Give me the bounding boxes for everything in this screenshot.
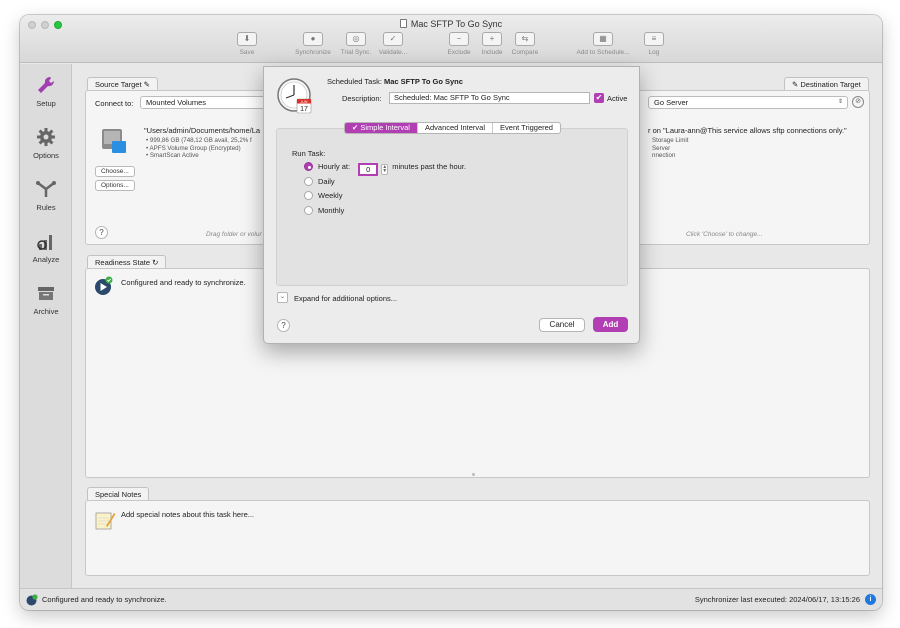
calendar-day: 17 (300, 106, 308, 113)
pencil-icon[interactable]: ✎ (144, 80, 150, 89)
readiness-message: Configured and ready to synchronize. (121, 278, 246, 287)
monthly-option[interactable]: Monthly (304, 206, 344, 215)
compare-button[interactable]: ⇆ Compare (508, 32, 542, 56)
cancel-button[interactable]: Cancel (539, 318, 585, 332)
add-to-schedule-button[interactable]: ▦ Add to Schedule... (570, 32, 636, 56)
run-task-panel: Run Task: Hourly at: 0 ▲ ▼ minutes past the… (276, 128, 628, 286)
expand-options-label[interactable]: Expand for additional options... (294, 294, 397, 303)
status-bar: Configured and ready to synchronize. Syn… (20, 588, 882, 610)
active-checkbox[interactable]: ✔ (594, 93, 604, 103)
readiness-state-tab: Readiness State ↻ (87, 255, 167, 268)
validate-button[interactable]: ✓ Validate... (375, 32, 411, 56)
special-notes-placeholder: Add special notes about this task here..… (121, 510, 254, 519)
source-connect-dropdown[interactable]: Mounted Volumes (140, 96, 270, 109)
status-ok-icon (26, 594, 38, 606)
tab-event-triggered[interactable]: Event Triggered (492, 123, 560, 133)
minutes-stepper[interactable]: ▲ ▼ (381, 164, 389, 175)
synchronize-icon: ● (303, 32, 323, 46)
add-button[interactable]: Add (593, 317, 628, 332)
minutes-field[interactable]: 0 (358, 163, 379, 176)
special-notes-panel[interactable]: Add special notes about this task here..… (85, 500, 870, 576)
compare-icon: ⇆ (515, 32, 535, 46)
rules-icon (36, 181, 56, 197)
exclude-icon: − (449, 32, 469, 46)
trial-sync-button[interactable]: ◎ Trial Sync. (338, 32, 374, 56)
log-icon: ≡ (644, 32, 664, 46)
source-path: "Users/admin/Documents/home/La (144, 126, 261, 135)
save-button[interactable]: ⬇ Save (232, 32, 262, 56)
include-button[interactable]: + Include (476, 32, 508, 56)
exclude-button[interactable]: − Exclude (443, 32, 475, 56)
destination-target-tab: ✎ Destination Target (784, 77, 869, 90)
hourly-radio[interactable] (304, 162, 313, 171)
choose-button[interactable]: Choose... (95, 166, 135, 177)
task-name: Mac SFTP To Go Sync (384, 77, 463, 86)
include-icon: + (482, 32, 502, 46)
connect-label: Connect to: (95, 99, 134, 108)
dropdown-arrows-icon: ⇕ (837, 99, 843, 105)
add-to-schedule-icon: ▦ (593, 32, 613, 46)
active-label: Active (607, 94, 628, 103)
tab-advanced-interval[interactable]: Advanced Interval (416, 123, 492, 133)
notepad-icon (95, 512, 116, 530)
validate-icon: ✓ (383, 32, 403, 46)
sidebar-item-analyze[interactable]: Analyze (20, 230, 72, 264)
source-target-tab: Source Target ✎ (87, 77, 158, 90)
play-status-icon (95, 276, 113, 295)
trial-sync-icon: ◎ (346, 32, 366, 46)
status-message: Configured and ready to synchronize. (42, 595, 167, 604)
volume-icon (102, 129, 126, 153)
daily-radio[interactable] (304, 177, 313, 186)
info-icon[interactable]: i (865, 594, 876, 605)
wrench-icon (38, 76, 55, 93)
monthly-radio[interactable] (304, 206, 313, 215)
destination-hint: Click 'Choose' to change... (686, 231, 763, 238)
log-button[interactable]: ≡ Log (640, 32, 668, 56)
run-task-label: Run Task: (292, 149, 326, 158)
hourly-option[interactable]: Hourly at: 0 ▲ ▼ minutes past the hour. (304, 162, 466, 176)
weekly-option[interactable]: Weekly (304, 191, 342, 200)
clock-calendar-icon: JUN 17 (277, 78, 312, 114)
tab-simple-interval[interactable]: ✔ Simple Interval (345, 123, 417, 133)
description-field[interactable]: Scheduled: Mac SFTP To Go Sync (389, 92, 590, 104)
document-icon (399, 19, 407, 28)
window-title: Mac SFTP To Go Sync (20, 19, 882, 29)
last-executed-text: Synchronizer last executed: 2024/06/17, … (694, 595, 860, 604)
dialog-help-button[interactable]: ? (277, 319, 290, 332)
analyze-icon (37, 235, 52, 250)
toolbar: Mac SFTP To Go Sync ⬇ Save ● Synchronize… (20, 15, 882, 63)
pencil-icon[interactable]: ✎ (792, 80, 798, 89)
source-details: • 999,86 GB (748,12 GB avail, 25,2% f • … (146, 137, 252, 159)
expand-chevron-icon[interactable]: ⌄ (277, 292, 288, 303)
destination-description: r on "Laura-ann@This service allows sftp… (648, 126, 847, 135)
interval-tabs: ✔ Simple Interval Advanced Interval Even… (344, 122, 561, 134)
disconnect-icon[interactable]: ⊘ (852, 96, 864, 108)
sidebar-item-archive[interactable]: Archive (20, 282, 72, 316)
synchronize-button[interactable]: ● Synchronize (288, 32, 338, 56)
sidebar-item-options[interactable]: Options (20, 126, 72, 160)
scheduled-task-line: Scheduled Task: Mac SFTP To Go Sync (327, 77, 463, 86)
schedule-task-dialog: JUN 17 Scheduled Task: Mac SFTP To Go Sy… (263, 66, 640, 344)
daily-option[interactable]: Daily (304, 177, 335, 186)
source-help-button[interactable]: ? (95, 226, 108, 239)
destination-details: Storage Limit Server nnection (652, 137, 689, 159)
refresh-icon[interactable]: ↻ (152, 258, 158, 267)
splitter-handle[interactable] (472, 473, 475, 476)
archive-icon (38, 287, 54, 300)
sidebar-item-setup[interactable]: Setup (20, 74, 72, 108)
sidebar: Setup Options Rules Analyze Archive (20, 64, 72, 588)
save-icon: ⬇ (237, 32, 257, 46)
description-label: Description: (342, 94, 382, 103)
special-notes-tab: Special Notes (87, 487, 150, 500)
gear-icon (37, 128, 55, 146)
source-drag-hint: Drag folder or volur (206, 231, 262, 238)
destination-server-dropdown[interactable]: Go Server ⇕ (648, 96, 848, 109)
sidebar-item-rules[interactable]: Rules (20, 178, 72, 212)
weekly-radio[interactable] (304, 191, 313, 200)
calendar-month: JUN (301, 100, 308, 104)
options-button[interactable]: Options... (95, 180, 135, 191)
